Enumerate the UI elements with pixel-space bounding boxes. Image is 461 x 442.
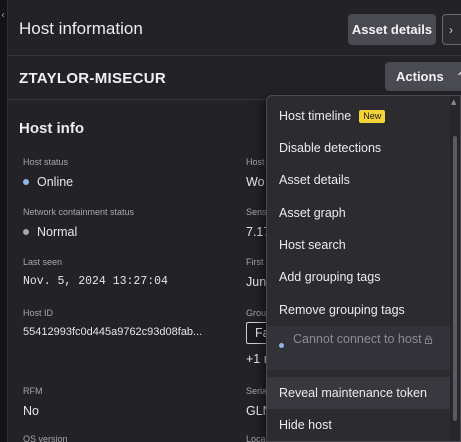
first-seen-label: First xyxy=(246,257,264,267)
menu-item-host-timeline[interactable]: Host timeline New xyxy=(267,100,452,132)
rfm-value: No xyxy=(23,404,39,418)
normal-status-dot xyxy=(23,228,29,235)
grouping-tags-label: Grou xyxy=(246,308,267,318)
os-version-label: OS version xyxy=(23,434,68,442)
actions-label: Actions xyxy=(396,69,444,84)
sensor-version-label: Sens xyxy=(246,207,267,217)
first-seen-value: Jun xyxy=(246,275,267,289)
host-status-value: Online xyxy=(23,175,73,189)
host-type-value: Wo xyxy=(246,175,265,189)
menu-item-asset-details[interactable]: Asset details xyxy=(267,164,452,196)
menu-item-label: Host timeline xyxy=(279,109,352,123)
host-status-text: Online xyxy=(37,175,74,189)
containment-status-value: Normal xyxy=(23,225,77,239)
hostname: ZTAYLOR-MISECUR xyxy=(19,70,166,87)
serial-number-label: Seria xyxy=(246,386,268,396)
collapse-panel-icon: › xyxy=(449,22,453,37)
host-type-label: Host xyxy=(246,157,265,167)
menu-item-add-grouping-tags[interactable]: Add grouping tags xyxy=(267,261,452,293)
location-label: Loca xyxy=(246,434,266,442)
panel-title: Host information xyxy=(19,19,143,38)
actions-button[interactable]: Actions ^ xyxy=(385,62,461,91)
containment-status-label: Network containment status xyxy=(23,207,135,217)
actions-menu: Host timeline New Disable detections Ass… xyxy=(266,95,461,442)
hostname-row: ZTAYLOR-MISECUR Actions ^ xyxy=(8,56,461,100)
last-seen-label: Last seen xyxy=(23,257,63,267)
panel-header: Host information Asset details › xyxy=(8,0,461,56)
host-info-title: Host info xyxy=(19,120,84,137)
left-edge-strip: ‹ xyxy=(0,0,8,442)
host-id-value: 55412993fc0d445a9762c93d08fab... xyxy=(23,326,203,338)
last-seen-value: Nov. 5, 2024 13:27:04 xyxy=(23,275,168,288)
scroll-up-arrow-icon[interactable]: ▲ xyxy=(451,98,456,106)
scrollbar-thumb[interactable] xyxy=(453,136,457,421)
lock-icon xyxy=(424,335,433,344)
host-id-label: Host ID xyxy=(23,308,54,318)
collapse-panel-button[interactable]: › xyxy=(442,14,461,45)
menu-scrollbar[interactable]: ▲ xyxy=(450,96,460,441)
containment-status-text: Normal xyxy=(37,225,78,239)
connection-status-dot xyxy=(279,343,284,348)
new-badge: New xyxy=(359,109,386,123)
menu-item-host-search[interactable]: Host search xyxy=(267,229,452,261)
rfm-label: RFM xyxy=(23,386,43,396)
menu-item-remove-grouping-tags[interactable]: Remove grouping tags xyxy=(267,294,452,326)
chevron-up-icon: ^ xyxy=(457,70,461,83)
menu-item-label: Cannot connect to host xyxy=(293,332,422,346)
online-status-dot xyxy=(23,178,29,185)
menu-item-hide-host[interactable]: Hide host xyxy=(267,409,452,441)
expand-caret-icon[interactable]: ‹ xyxy=(1,10,5,21)
menu-item-reveal-maintenance-token[interactable]: Reveal maintenance token xyxy=(267,377,452,409)
menu-item-cannot-connect: Cannot connect to host xyxy=(267,326,452,370)
host-status-label: Host status xyxy=(23,157,69,167)
menu-item-disable-detections[interactable]: Disable detections xyxy=(267,132,452,164)
menu-item-asset-graph[interactable]: Asset graph xyxy=(267,197,452,229)
asset-details-button[interactable]: Asset details xyxy=(348,14,436,45)
